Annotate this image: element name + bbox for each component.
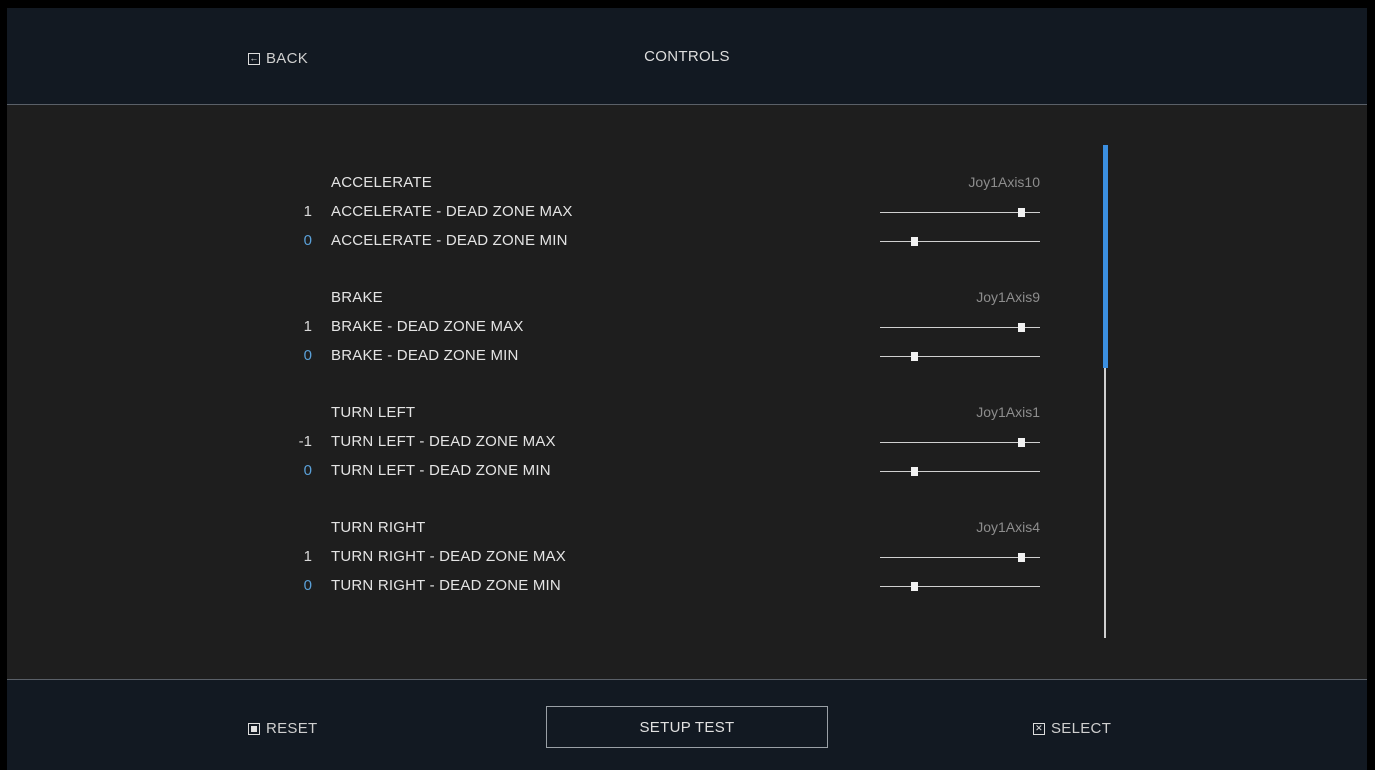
dead-zone-max-value: 1: [303, 318, 312, 335]
page-title: CONTROLS: [644, 48, 730, 65]
dead-zone-max-row[interactable]: 1 ACCELERATE - DEAD ZONE MAX: [7, 203, 1107, 225]
dead-zone-max-value: 1: [303, 203, 312, 220]
dead-zone-max-slider[interactable]: [880, 553, 1040, 562]
select-button[interactable]: ✕ SELECT: [1033, 720, 1111, 737]
dead-zone-min-slider[interactable]: [880, 237, 1040, 246]
dead-zone-max-label: TURN LEFT - DEAD ZONE MAX: [331, 433, 556, 450]
action-label: ACCELERATE: [331, 174, 432, 191]
slider-thumb[interactable]: [1017, 553, 1025, 562]
slider-thumb[interactable]: [1017, 323, 1025, 332]
reset-button[interactable]: RESET: [248, 720, 318, 737]
action-label: TURN LEFT: [331, 404, 416, 421]
dead-zone-min-row[interactable]: 0 TURN RIGHT - DEAD ZONE MIN: [7, 577, 1107, 599]
dead-zone-max-slider[interactable]: [880, 438, 1040, 447]
slider-thumb[interactable]: [910, 352, 918, 361]
dead-zone-max-label: BRAKE - DEAD ZONE MAX: [331, 318, 524, 335]
dead-zone-max-row[interactable]: 1 BRAKE - DEAD ZONE MAX: [7, 318, 1107, 340]
dead-zone-min-label: BRAKE - DEAD ZONE MIN: [331, 347, 519, 364]
dead-zone-min-row[interactable]: 0 ACCELERATE - DEAD ZONE MIN: [7, 232, 1107, 254]
binding-label: Joy1Axis9: [976, 289, 1040, 305]
dead-zone-min-slider[interactable]: [880, 582, 1040, 591]
dead-zone-min-value: 0: [303, 347, 312, 364]
select-key-icon: ✕: [1033, 722, 1045, 735]
reset-key-icon: [248, 722, 260, 735]
action-label: BRAKE: [331, 289, 383, 306]
dead-zone-min-label: TURN LEFT - DEAD ZONE MIN: [331, 462, 551, 479]
back-label: BACK: [266, 50, 309, 67]
action-label: TURN RIGHT: [331, 519, 426, 536]
action-row[interactable]: TURN RIGHT Joy1Axis4: [7, 519, 1107, 541]
dead-zone-min-label: TURN RIGHT - DEAD ZONE MIN: [331, 577, 561, 594]
dead-zone-max-slider[interactable]: [880, 208, 1040, 217]
scrollbar-thumb[interactable]: [1103, 145, 1108, 368]
dead-zone-min-value: 0: [303, 577, 312, 594]
action-row[interactable]: TURN LEFT Joy1Axis1: [7, 404, 1107, 426]
dead-zone-max-row[interactable]: 1 TURN RIGHT - DEAD ZONE MAX: [7, 548, 1107, 570]
back-key-icon: ←: [248, 52, 260, 65]
action-row[interactable]: ACCELERATE Joy1Axis10: [7, 174, 1107, 196]
slider-thumb[interactable]: [1017, 438, 1025, 447]
dead-zone-max-label: TURN RIGHT - DEAD ZONE MAX: [331, 548, 566, 565]
dead-zone-min-value: 0: [303, 232, 312, 249]
dead-zone-min-row[interactable]: 0 TURN LEFT - DEAD ZONE MIN: [7, 462, 1107, 484]
dead-zone-min-value: 0: [303, 462, 312, 479]
reset-label: RESET: [266, 720, 318, 737]
dead-zone-min-slider[interactable]: [880, 467, 1040, 476]
dead-zone-min-label: ACCELERATE - DEAD ZONE MIN: [331, 232, 568, 249]
slider-thumb[interactable]: [1017, 208, 1025, 217]
dead-zone-min-slider[interactable]: [880, 352, 1040, 361]
header-bar: ← BACK CONTROLS: [7, 8, 1367, 105]
setup-test-button[interactable]: SETUP TEST: [546, 706, 828, 748]
dead-zone-max-row[interactable]: -1 TURN LEFT - DEAD ZONE MAX: [7, 433, 1107, 455]
dead-zone-max-label: ACCELERATE - DEAD ZONE MAX: [331, 203, 573, 220]
dead-zone-max-slider[interactable]: [880, 323, 1040, 332]
dead-zone-max-value: 1: [303, 548, 312, 565]
binding-label: Joy1Axis4: [976, 519, 1040, 535]
slider-thumb[interactable]: [910, 582, 918, 591]
action-row[interactable]: BRAKE Joy1Axis9: [7, 289, 1107, 311]
back-button[interactable]: ← BACK: [248, 50, 308, 67]
controls-screen: ← BACK CONTROLS ACCELERATE Joy1Axis10 1 …: [7, 8, 1367, 770]
binding-label: Joy1Axis1: [976, 404, 1040, 420]
select-label: SELECT: [1051, 720, 1112, 737]
binding-label: Joy1Axis10: [968, 174, 1040, 190]
slider-thumb[interactable]: [910, 467, 918, 476]
slider-thumb[interactable]: [910, 237, 918, 246]
dead-zone-min-row[interactable]: 0 BRAKE - DEAD ZONE MIN: [7, 347, 1107, 369]
dead-zone-max-value: -1: [298, 433, 312, 450]
